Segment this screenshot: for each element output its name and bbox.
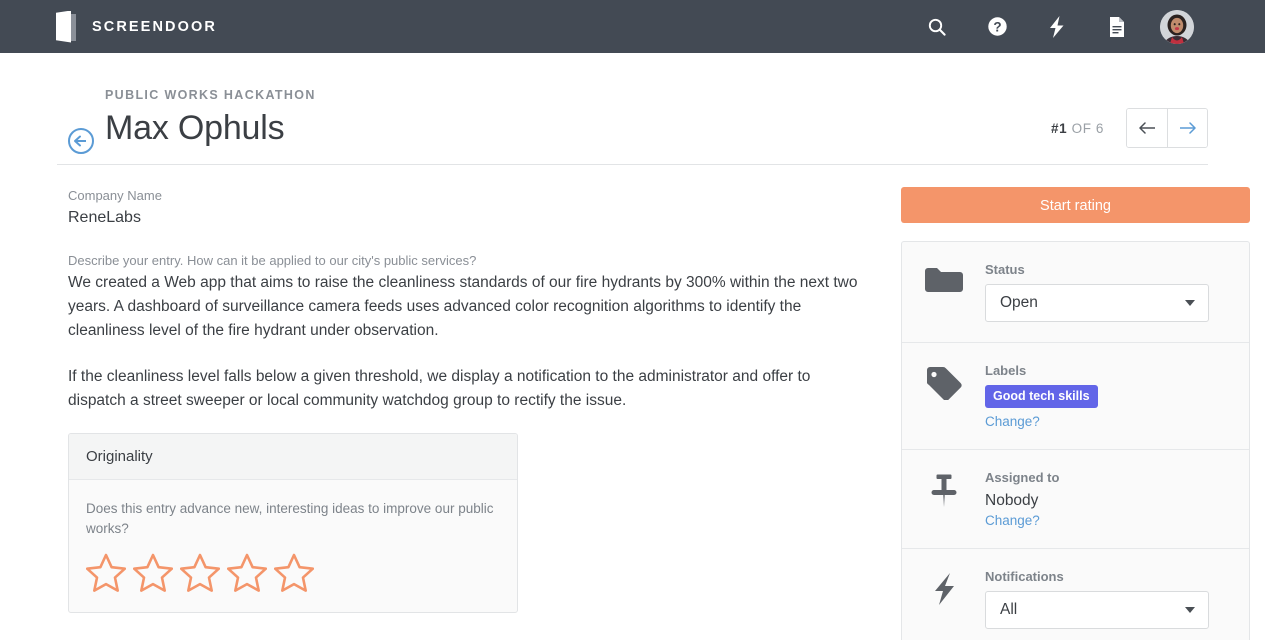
status-label: Status bbox=[985, 262, 1025, 277]
star-icon[interactable] bbox=[180, 553, 220, 592]
company-name-label: Company Name bbox=[68, 188, 162, 203]
star-rating-input[interactable] bbox=[86, 553, 500, 592]
user-avatar-image bbox=[1160, 9, 1194, 44]
pagination: #1 OF 6 bbox=[1051, 108, 1208, 148]
page-title: Max Ophuls bbox=[105, 108, 285, 147]
chevron-down-icon bbox=[1185, 300, 1195, 306]
meta-row-notifications: Notifications All bbox=[902, 548, 1249, 640]
lightning-bolt-icon[interactable] bbox=[1027, 0, 1087, 53]
svg-text:?: ? bbox=[993, 19, 1001, 34]
status-select-value: Open bbox=[1000, 294, 1038, 311]
pagination-buttons bbox=[1126, 108, 1208, 148]
status-select[interactable]: Open bbox=[985, 284, 1209, 322]
star-icon[interactable] bbox=[133, 553, 173, 592]
meta-body-notifications: Notifications All bbox=[985, 569, 1229, 629]
avatar[interactable] bbox=[1147, 0, 1207, 53]
page-container: PUBLIC WORKS HACKATHON Max Ophuls #1 OF … bbox=[0, 53, 1265, 640]
company-name-value: ReneLabs bbox=[68, 208, 141, 226]
change-labels-link[interactable]: Change? bbox=[985, 414, 1229, 429]
back-arrow-circle-icon[interactable] bbox=[68, 128, 94, 154]
arrow-left-icon bbox=[1139, 122, 1155, 134]
previous-entry-button[interactable] bbox=[1127, 109, 1167, 147]
entry-details-column: Company Name ReneLabs Describe your entr… bbox=[68, 187, 858, 640]
notifications-select-value: All bbox=[1000, 601, 1018, 618]
pagination-total: OF 6 bbox=[1071, 120, 1104, 136]
breadcrumb: PUBLIC WORKS HACKATHON bbox=[105, 88, 316, 102]
rating-criterion-card: Originality Does this entry advance new,… bbox=[68, 432, 518, 613]
pagination-count: #1 OF 6 bbox=[1051, 121, 1104, 136]
description-question-label: Describe your entry. How can it be appli… bbox=[68, 252, 477, 268]
next-entry-button[interactable] bbox=[1167, 109, 1207, 147]
search-icon[interactable] bbox=[907, 0, 967, 53]
tag-icon bbox=[924, 363, 964, 429]
sidebar-column: Start rating Status Open Labels Good tec… bbox=[901, 187, 1250, 640]
rating-criterion-question: Does this entry advance new, interesting… bbox=[86, 500, 494, 536]
folder-icon bbox=[924, 262, 964, 322]
top-nav-actions: ? bbox=[907, 0, 1207, 53]
meta-row-status: Status Open bbox=[902, 242, 1249, 342]
entry-meta-card: Status Open Labels Good tech skills Chan… bbox=[901, 241, 1250, 640]
meta-row-assigned-to: Assigned to Nobody Change? bbox=[902, 449, 1249, 548]
notifications-select[interactable]: All bbox=[985, 591, 1209, 629]
pagination-current: #1 bbox=[1051, 120, 1068, 136]
lightning-bolt-icon bbox=[924, 569, 964, 629]
chevron-down-icon bbox=[1185, 607, 1195, 613]
arrow-right-icon bbox=[1179, 122, 1196, 134]
meta-body-labels: Labels Good tech skills Change? bbox=[985, 363, 1229, 429]
page-header: PUBLIC WORKS HACKATHON Max Ophuls #1 OF … bbox=[57, 53, 1208, 165]
description-paragraph-1: We created a Web app that aims to raise … bbox=[68, 273, 858, 339]
top-navigation-bar: SCREENDOOR ? bbox=[0, 0, 1265, 53]
title-row: Max Ophuls #1 OF 6 bbox=[105, 108, 1208, 148]
star-icon[interactable] bbox=[227, 553, 267, 592]
labels-label: Labels bbox=[985, 363, 1027, 378]
star-icon[interactable] bbox=[274, 553, 314, 592]
change-assignee-link[interactable]: Change? bbox=[985, 513, 1229, 528]
notifications-label: Notifications bbox=[985, 569, 1064, 584]
help-circle-icon[interactable]: ? bbox=[967, 0, 1027, 53]
assigned-to-value: Nobody bbox=[985, 492, 1039, 509]
door-icon bbox=[56, 10, 78, 43]
brand-logo-link[interactable]: SCREENDOOR bbox=[56, 10, 217, 43]
status-badge[interactable]: Good tech skills bbox=[985, 385, 1098, 408]
rating-criterion-heading: Originality bbox=[69, 433, 517, 480]
document-icon[interactable] bbox=[1087, 0, 1147, 53]
description-paragraph-2: If the cleanliness level falls below a g… bbox=[68, 367, 811, 409]
rating-criterion-body: Does this entry advance new, interesting… bbox=[69, 480, 517, 612]
content-area: Company Name ReneLabs Describe your entr… bbox=[57, 165, 1250, 640]
brand-name: SCREENDOOR bbox=[92, 18, 217, 35]
star-icon[interactable] bbox=[86, 553, 126, 592]
assigned-to-label: Assigned to bbox=[985, 470, 1060, 485]
meta-row-labels: Labels Good tech skills Change? bbox=[902, 342, 1249, 449]
meta-body-status: Status Open bbox=[985, 262, 1229, 322]
start-rating-button[interactable]: Start rating bbox=[901, 187, 1250, 223]
meta-body-assigned-to: Assigned to Nobody Change? bbox=[985, 470, 1229, 528]
pushpin-icon bbox=[924, 470, 964, 528]
